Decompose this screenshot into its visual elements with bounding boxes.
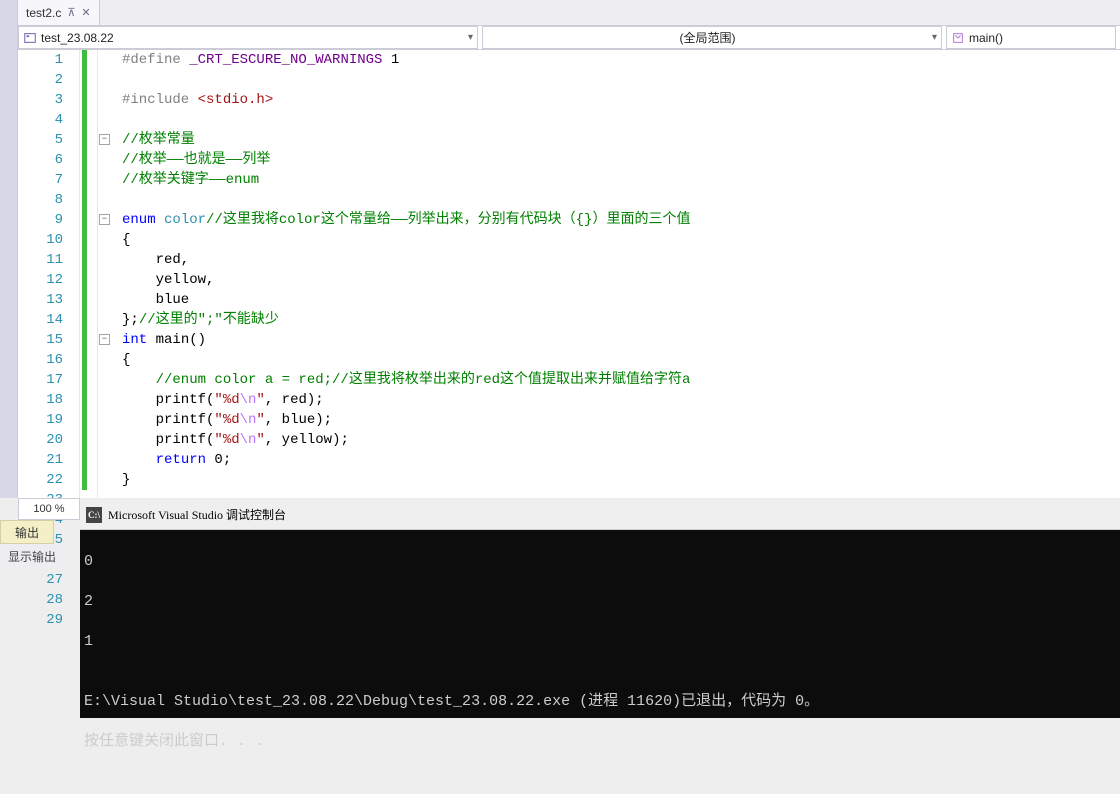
line-number: 16 (18, 350, 63, 370)
line-number-gutter: 1 2 3 4 5 6 7 8 9 10 11 12 13 14 15 16 1… (18, 50, 80, 498)
console-line: 按任意键关闭此窗口. . . (84, 732, 1116, 752)
line-number: 14 (18, 310, 63, 330)
line-number: 20 (18, 430, 63, 450)
code-line: //枚举关键字——enum (112, 170, 1120, 190)
line-number: 3 (18, 90, 63, 110)
code-line: blue (112, 290, 1120, 310)
editor-area: test2.c ⊼ ✕ test_23.08.22 ▾ (全局范围) ▾ mai… (18, 0, 1120, 498)
code-line: red, (112, 250, 1120, 270)
file-tab[interactable]: test2.c ⊼ ✕ (18, 0, 100, 25)
code-line: { (112, 230, 1120, 250)
output-tab[interactable]: 输出 (0, 520, 54, 544)
line-number: 19 (18, 410, 63, 430)
zoom-value: 100 % (33, 503, 64, 515)
line-number: 4 (18, 110, 63, 130)
symbol-dropdown[interactable]: main() (946, 26, 1116, 49)
change-marker-gutter (80, 50, 98, 498)
line-number: 15 (18, 330, 63, 350)
code-line: int main() (112, 330, 1120, 350)
console-output[interactable]: 0 2 1 E:\Visual Studio\test_23.08.22\Deb… (80, 530, 1120, 794)
code-line: printf("%d\n", blue); (112, 410, 1120, 430)
line-number: 5 (18, 130, 63, 150)
project-name: test_23.08.22 (41, 31, 464, 45)
line-number: 27 (18, 570, 63, 590)
code-line: } (112, 470, 1120, 490)
console-line: 0 (84, 552, 1116, 572)
scope-label: (全局范围) (487, 29, 928, 46)
line-number: 11 (18, 250, 63, 270)
pin-icon[interactable]: ⊼ (67, 6, 75, 19)
line-number: 18 (18, 390, 63, 410)
fold-toggle[interactable]: − (99, 134, 110, 145)
console-line: 1 (84, 632, 1116, 652)
code-line: };//这里的";"不能缺少 (112, 310, 1120, 330)
line-number: 9 (18, 210, 63, 230)
code-line: return 0; (112, 450, 1120, 470)
code-line: //枚举常量 (112, 130, 1120, 150)
code-line: yellow, (112, 270, 1120, 290)
line-number: 17 (18, 370, 63, 390)
code-line: printf("%d\n", yellow); (112, 430, 1120, 450)
line-number: 29 (18, 610, 63, 630)
debug-console-window: C:\ Microsoft Visual Studio 调试控制台 0 2 1 … (80, 500, 1120, 718)
fold-toggle[interactable]: − (99, 334, 110, 345)
output-tab-label: 输出 (15, 524, 39, 541)
console-line: 2 (84, 592, 1116, 612)
symbol-label: main() (969, 31, 1111, 45)
output-source-label: 显示输出 (0, 544, 64, 568)
line-number: 2 (18, 70, 63, 90)
line-number: 1 (18, 50, 63, 70)
project-scope-dropdown[interactable]: test_23.08.22 ▾ (18, 26, 478, 49)
scope-dropdown[interactable]: (全局范围) ▾ (482, 26, 942, 49)
console-icon: C:\ (86, 507, 102, 523)
line-number: 21 (18, 450, 63, 470)
line-number: 28 (18, 590, 63, 610)
code-line: #include <stdio.h> (112, 90, 1120, 110)
code-line (112, 70, 1120, 90)
tab-label: test2.c (26, 6, 61, 20)
console-title: Microsoft Visual Studio 调试控制台 (108, 506, 286, 523)
line-number: 22 (18, 470, 63, 490)
code-line: //枚举——也就是——列举 (112, 150, 1120, 170)
code-line: //enum color a = red;//这里我将枚举出来的red这个值提取… (112, 370, 1120, 390)
code-line: { (112, 350, 1120, 370)
code-editor[interactable]: 1 2 3 4 5 6 7 8 9 10 11 12 13 14 15 16 1… (18, 50, 1120, 498)
left-tool-strip[interactable] (0, 0, 18, 498)
console-line: E:\Visual Studio\test_23.08.22\Debug\tes… (84, 692, 1116, 712)
code-line: enum color//这里我将color这个常量给——列举出来，分别有代码块（… (112, 210, 1120, 230)
chevron-down-icon: ▾ (468, 32, 473, 43)
change-bar (82, 50, 87, 490)
fold-toggle[interactable]: − (99, 214, 110, 225)
code-content[interactable]: #define _CRT_ESCURE_NO_WARNINGS 1 #inclu… (112, 50, 1120, 498)
line-number: 10 (18, 230, 63, 250)
method-icon (951, 31, 965, 45)
zoom-level[interactable]: 100 % (18, 498, 80, 520)
tab-bar: test2.c ⊼ ✕ (18, 0, 1120, 26)
close-icon[interactable]: ✕ (81, 6, 90, 19)
line-number: 8 (18, 190, 63, 210)
line-number: 13 (18, 290, 63, 310)
fold-gutter: − − − (98, 50, 112, 498)
code-line (112, 190, 1120, 210)
console-title-bar[interactable]: C:\ Microsoft Visual Studio 调试控制台 (80, 500, 1120, 530)
line-number: 6 (18, 150, 63, 170)
navigation-bar: test_23.08.22 ▾ (全局范围) ▾ main() (18, 26, 1120, 50)
code-line: printf("%d\n", red); (112, 390, 1120, 410)
project-icon (23, 31, 37, 45)
line-number: 12 (18, 270, 63, 290)
line-number: 7 (18, 170, 63, 190)
code-line (112, 110, 1120, 130)
code-line: #define _CRT_ESCURE_NO_WARNINGS 1 (112, 50, 1120, 70)
chevron-down-icon: ▾ (932, 32, 937, 43)
